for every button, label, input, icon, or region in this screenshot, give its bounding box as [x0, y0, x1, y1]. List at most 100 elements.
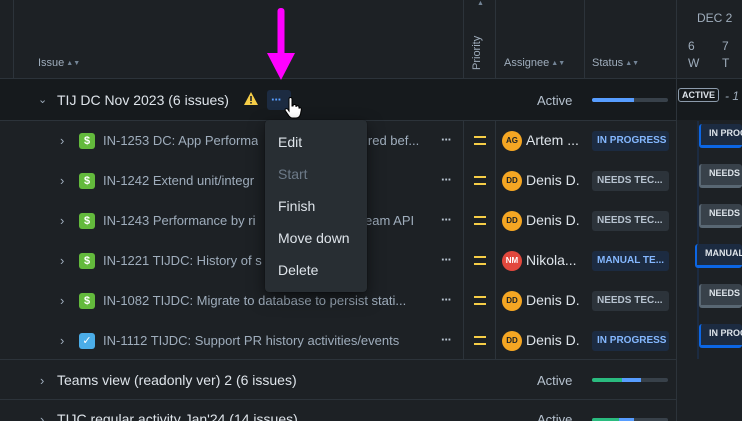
expand-chevron-icon[interactable]: › [60, 213, 64, 228]
assignee-name[interactable]: Denis D. [526, 212, 580, 228]
avatar[interactable]: DD [502, 291, 522, 311]
priority-column-header[interactable]: Priority [471, 36, 483, 70]
assignee-name[interactable]: Denis D. [526, 172, 580, 188]
sort-icon: ▲▼ [66, 60, 81, 67]
expand-chevron-icon[interactable]: › [60, 173, 64, 188]
status-badge[interactable]: IN PROGRESS [592, 331, 669, 351]
priority-medium-icon [474, 216, 486, 225]
timeline-issue-bar[interactable]: IN PROG [699, 124, 742, 148]
sprint-title[interactable]: Teams view (readonly ver) 2 (6 issues) [57, 372, 297, 388]
assignee-column-header[interactable]: Assignee ▲▼ [504, 57, 565, 69]
issue-summary[interactable]: IN-1082 TIJDC: Migrate to database to pe… [103, 293, 406, 308]
story-type-icon: $ [79, 253, 95, 269]
expand-chevron-icon[interactable]: › [60, 293, 64, 308]
priority-medium-icon [474, 296, 486, 305]
hand-cursor-icon [284, 96, 302, 122]
progress-inprogress-fill [622, 378, 642, 382]
avatar[interactable]: NM [502, 251, 522, 271]
status-badge[interactable]: NEEDS TEC... [592, 291, 669, 311]
more-icon[interactable]: ··· [441, 132, 452, 147]
issue-summary[interactable]: IN-1243 Performance by ri [103, 213, 255, 228]
progress-done-fill [592, 378, 623, 382]
expand-chevron-icon[interactable]: › [40, 373, 44, 388]
priority-medium-icon [474, 136, 486, 145]
timeline-dow-6: W [688, 56, 700, 70]
more-icon[interactable]: ··· [441, 292, 452, 307]
collapse-chevron-icon[interactable]: ⌄ [38, 93, 47, 106]
issue-summary[interactable]: IN-1242 Extend unit/integr [103, 173, 254, 188]
sort-icon: ▲▼ [625, 60, 640, 67]
story-type-icon: $ [79, 133, 95, 149]
sprint-actions-menu: Edit Start Finish Move down Delete [265, 120, 367, 292]
priority-medium-icon [474, 256, 486, 265]
issue-summary-tail: eam API [365, 213, 415, 228]
status-badge[interactable]: NEEDS TEC... [592, 211, 669, 231]
avatar[interactable]: AG [502, 131, 522, 151]
priority-medium-icon [474, 336, 486, 345]
timeline-issue-bar[interactable]: IN PROG [699, 324, 742, 348]
sprint-status: Active [537, 412, 573, 421]
timeline-day-6: 6 [688, 39, 695, 53]
menu-item-finish[interactable]: Finish [278, 198, 315, 214]
sprint-title[interactable]: TIJC regular activity Jan'24 (14 issues) [57, 411, 298, 421]
timeline-day-7: 7 [722, 39, 729, 53]
left-gutter-divider [13, 0, 14, 78]
expand-chevron-icon[interactable]: › [40, 412, 44, 421]
issue-column-header[interactable]: Issue ▲▼ [38, 57, 80, 69]
assignee-name[interactable]: Artem ... [526, 132, 579, 148]
timeline-left-accent [697, 121, 699, 359]
menu-item-edit[interactable]: Edit [278, 134, 302, 150]
row-divider [0, 359, 676, 360]
assignee-name[interactable]: Denis D. [526, 332, 580, 348]
sprint-status: Active [537, 373, 573, 388]
expand-chevron-icon[interactable]: › [60, 253, 64, 268]
status-badge[interactable]: IN PROGRESS [592, 131, 669, 151]
timeline-issue-bar[interactable]: NEEDS T [699, 204, 742, 228]
more-icon[interactable]: ··· [441, 212, 452, 227]
priority-header-label: Priority [471, 35, 483, 70]
timeline-dow-7: T [722, 56, 730, 70]
story-type-icon: $ [79, 213, 95, 229]
timeline-issue-bar[interactable]: NEEDS T [699, 164, 742, 188]
timeline-issue-bar[interactable]: NEEDS T [699, 284, 742, 308]
avatar[interactable]: DD [502, 211, 522, 231]
sprint-progress-bar [592, 98, 668, 102]
more-icon: ··· [271, 92, 282, 107]
timeline-issue-bar[interactable]: MANUAL [695, 244, 742, 268]
expand-chevron-icon[interactable]: › [60, 133, 64, 148]
issue-summary-tail: ired bef... [365, 133, 420, 148]
status-badge[interactable]: MANUAL TE... [592, 251, 669, 271]
status-badge[interactable]: NEEDS TEC... [592, 171, 669, 191]
issue-summary[interactable]: IN-1112 TIJDC: Support PR history activi… [103, 333, 399, 348]
active-sprint-badge: ACTIVE [678, 88, 720, 102]
sprint-progress-bar [592, 378, 668, 382]
status-column-header[interactable]: Status ▲▼ [592, 57, 639, 69]
progress-fill [592, 98, 634, 102]
status-header-label: Status [592, 57, 624, 69]
story-type-icon: $ [79, 173, 95, 189]
issue-summary[interactable]: IN-1253 DC: App Performa [103, 133, 258, 148]
more-icon[interactable]: ··· [441, 252, 452, 267]
timeline-panel[interactable]: DEC 2 6 W 7 T ACTIVE - 1 IN PROG NEEDS T N… [677, 0, 742, 421]
row-divider [0, 399, 676, 400]
annotation-arrow-icon [266, 6, 296, 85]
more-icon[interactable]: ··· [441, 332, 452, 347]
sprint-status: Active [537, 93, 573, 108]
timeline-month: DEC 2 [697, 11, 733, 25]
menu-item-start: Start [278, 166, 308, 182]
more-icon[interactable]: ··· [441, 172, 452, 187]
menu-item-move-down[interactable]: Move down [278, 230, 350, 246]
sprint-title[interactable]: TIJ DC Nov 2023 (6 issues) [57, 92, 229, 108]
issue-header-label: Issue [38, 57, 65, 69]
priority-medium-icon [474, 176, 486, 185]
active-sprint-suffix: - 1 [725, 89, 740, 103]
assignee-name[interactable]: Nikola... [526, 252, 577, 268]
menu-item-delete[interactable]: Delete [278, 262, 318, 278]
avatar[interactable]: DD [502, 171, 522, 191]
warning-icon [244, 92, 258, 108]
expand-chevron-icon[interactable]: › [60, 333, 64, 348]
avatar[interactable]: DD [502, 331, 522, 351]
assignee-name[interactable]: Denis D. [526, 292, 580, 308]
issue-summary[interactable]: IN-1221 TIJDC: History of s [103, 253, 262, 268]
priority-sort-icon[interactable]: ▲ [477, 0, 484, 7]
